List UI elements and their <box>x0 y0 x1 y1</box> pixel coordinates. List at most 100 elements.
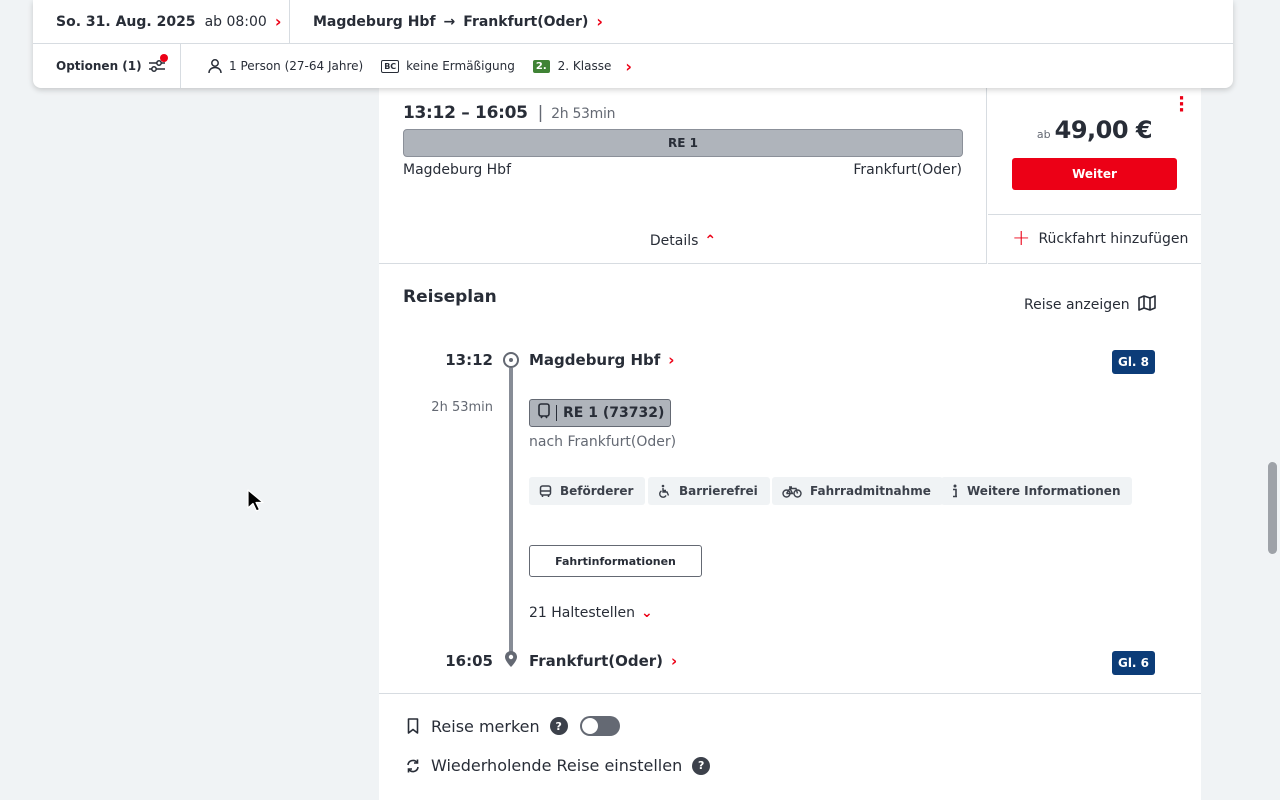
traveller-info: 1 Person (27-64 Jahre) <box>207 58 363 74</box>
departure-platform-badge: Gl. 8 <box>1112 350 1155 374</box>
leg-duration: 2h 53min <box>431 400 493 415</box>
arrival-platform-badge: Gl. 6 <box>1112 651 1155 675</box>
section-divider <box>379 693 1201 694</box>
price: ab 49,00 € <box>988 116 1201 144</box>
show-trip-button[interactable]: Reise anzeigen <box>1024 295 1156 315</box>
connection-summary: 13:12 – 16:05 | 2h 53min RE 1 Magdeburg Hb… <box>379 88 987 264</box>
add-return-label: Rückfahrt hinzufügen <box>1038 231 1189 247</box>
divider <box>556 405 557 421</box>
origin-text: Magdeburg Hbf <box>313 13 436 30</box>
stops-toggle[interactable]: 21 Haltestellen ⌄ <box>529 605 653 621</box>
train-tag: RE 1 (73732) <box>529 399 672 427</box>
chip-label: Beförderer <box>560 484 634 498</box>
details-toggle[interactable]: Details ⌃ <box>379 233 987 249</box>
departure-station: Magdeburg Hbf <box>529 351 661 369</box>
map-icon <box>1130 295 1156 315</box>
filter-sliders-icon <box>148 54 168 73</box>
duration-text: 2h 53min <box>551 106 616 122</box>
chip-more-info[interactable]: Weitere Informationen <box>941 477 1133 505</box>
departure-stop-icon <box>503 352 519 368</box>
connection-times: 13:12 – 16:05 | 2h 53min <box>403 103 615 123</box>
discount-text: keine Ermäßigung <box>406 59 515 73</box>
chevron-right-icon: › <box>668 351 675 369</box>
route-selector[interactable]: Magdeburg Hbf → Frankfurt(Oder) › <box>290 12 603 31</box>
help-icon[interactable]: ? <box>549 717 568 735</box>
time-text: ab 08:00 <box>204 13 267 30</box>
discount-info: BC keine Ermäßigung <box>381 59 515 73</box>
wheelchair-icon <box>658 484 671 498</box>
save-trip-label: Reise merken <box>431 716 540 736</box>
more-options-icon[interactable]: · · · <box>1178 90 1185 120</box>
options-row: Optionen (1) 1 Person (27-64 Jahre) BC k… <box>33 44 1233 88</box>
info-icon <box>951 484 959 498</box>
bookmark-icon <box>403 718 423 734</box>
separator: | <box>537 103 544 123</box>
traveller-text: 1 Person (27-64 Jahre) <box>229 59 364 73</box>
class-badge: 2. <box>532 59 550 73</box>
bahncard-icon: BC <box>381 59 400 73</box>
class-info: 2. 2. Klasse › <box>532 56 632 76</box>
add-return-button[interactable]: + Rückfahrt hinzufügen <box>988 215 1201 264</box>
time-range: 13:12 – 16:05 <box>403 103 528 123</box>
destination-text: Frankfurt(Oder) <box>463 13 589 30</box>
price-value: 49,00 € <box>1054 116 1153 144</box>
save-trip-row: Reise merken ? <box>403 716 620 736</box>
price-box: · · · ab 49,00 € Weiter <box>988 88 1201 215</box>
repeat-trip-row[interactable]: Wiederholende Reise einstellen ? <box>403 756 711 775</box>
mouse-cursor-icon <box>247 489 265 517</box>
train-number: RE 1 (73732) <box>563 405 665 421</box>
chevron-right-icon: › <box>671 652 678 670</box>
train-icon <box>538 403 550 423</box>
price-prefix: ab <box>1036 128 1051 141</box>
person-icon <box>207 58 223 74</box>
departure-station-link[interactable]: Magdeburg Hbf › <box>529 351 674 369</box>
search-summary-row: So. 31. Aug. 2025 ab 08:00 › Magdeburg H… <box>33 0 1233 44</box>
stops-label: 21 Haltestellen <box>529 605 636 621</box>
date-time-selector[interactable]: So. 31. Aug. 2025 ab 08:00 › <box>33 0 290 44</box>
help-icon[interactable]: ? <box>692 756 711 775</box>
chevron-right-icon: › <box>625 56 632 76</box>
bicycle-icon <box>782 485 802 498</box>
chevron-down-icon: ⌄ <box>641 605 653 621</box>
destination-label: Frankfurt(Oder) <box>853 162 962 178</box>
location-pin-icon <box>503 650 519 672</box>
class-text: 2. Klasse <box>557 59 612 73</box>
bus-icon <box>539 484 552 498</box>
details-label: Details <box>649 233 699 249</box>
plus-icon: + <box>1012 226 1031 251</box>
scrollbar[interactable] <box>1265 0 1280 800</box>
show-trip-label: Reise anzeigen <box>1024 297 1130 313</box>
chip-bicycle[interactable]: Fahrradmitnahme <box>772 477 943 505</box>
chip-label: Fahrradmitnahme <box>810 484 931 498</box>
departure-time: 13:12 <box>445 351 493 369</box>
chevron-right-icon: › <box>596 12 603 31</box>
arrival-station: Frankfurt(Oder) <box>529 652 664 670</box>
arrow-right-icon: → <box>443 13 456 30</box>
trip-info-button[interactable]: Fahrtinformationen <box>529 545 702 577</box>
save-trip-toggle[interactable] <box>579 716 620 736</box>
reiseplan-title: Reiseplan <box>403 287 497 307</box>
chip-label: Barrierefrei <box>679 484 758 498</box>
repeat-trip-label: Wiederholende Reise einstellen <box>431 756 683 775</box>
train-direction: nach Frankfurt(Oder) <box>529 434 677 450</box>
chip-accessibility[interactable]: Barrierefrei <box>648 477 770 505</box>
traveller-selector[interactable]: 1 Person (27-64 Jahre) BC keine Ermäßigu… <box>181 57 650 76</box>
arrival-time: 16:05 <box>445 652 493 670</box>
chevron-up-icon: ⌃ <box>704 233 717 249</box>
chip-carrier[interactable]: Beförderer <box>529 477 646 505</box>
origin-label: Magdeburg Hbf <box>403 162 511 178</box>
connection-card: 13:12 – 16:05 | 2h 53min RE 1 Magdeburg Hb… <box>379 88 1201 800</box>
search-summary-bar: So. 31. Aug. 2025 ab 08:00 › Magdeburg H… <box>33 0 1233 88</box>
repeat-icon <box>403 758 423 774</box>
chevron-right-icon: › <box>274 12 282 31</box>
timeline-line <box>509 368 513 658</box>
options-button[interactable]: Optionen (1) <box>33 44 181 88</box>
train-segment-bar: RE 1 <box>403 129 963 157</box>
arrival-station-link[interactable]: Frankfurt(Oder) › <box>529 652 677 670</box>
notification-dot <box>159 54 168 62</box>
weiter-button[interactable]: Weiter <box>1012 158 1177 190</box>
chip-label: Weitere Informationen <box>967 484 1121 498</box>
scrollbar-thumb[interactable] <box>1268 462 1277 554</box>
options-label: Optionen (1) <box>56 59 142 73</box>
date-text: So. 31. Aug. 2025 <box>56 13 196 30</box>
